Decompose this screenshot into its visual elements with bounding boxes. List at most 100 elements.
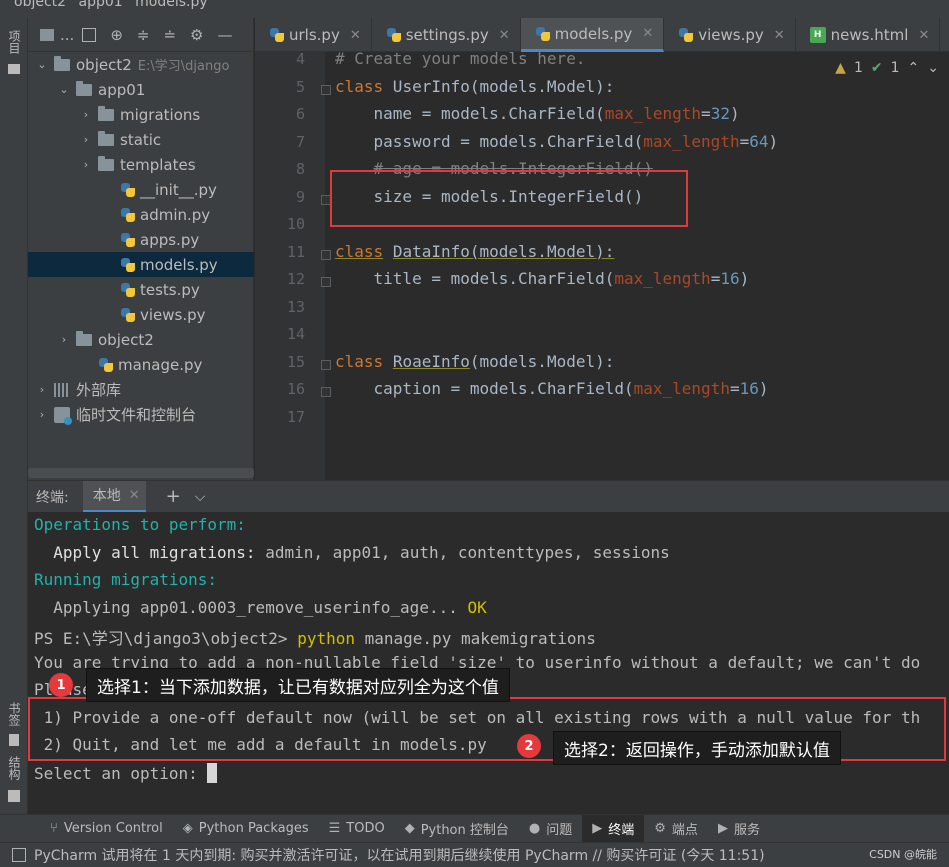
folder-icon xyxy=(40,28,54,41)
tree-item[interactable]: ⌄ app01 xyxy=(28,77,254,102)
tree-item[interactable]: › migrations xyxy=(28,102,254,127)
status-icon[interactable] xyxy=(12,848,26,862)
status-message[interactable]: PyCharm 试用将在 1 天内到期: 购买并激活许可证，以在试用到期后继续使… xyxy=(34,845,765,865)
expand-all-icon[interactable]: ≐ xyxy=(163,26,176,44)
fold-marker-icon[interactable] xyxy=(321,359,331,370)
tool-window-button[interactable]: ⑂ Version Control xyxy=(40,815,173,843)
tool-window-button[interactable]: ▶ 终端 xyxy=(582,814,645,843)
project-tool-button[interactable]: 项目 xyxy=(6,30,23,54)
chevron-right-icon[interactable]: › xyxy=(80,108,92,121)
warning-icon: ▲ xyxy=(835,60,846,76)
tool-window-button[interactable]: ⚙ 端点 xyxy=(644,815,708,843)
code-line[interactable]: caption = models.CharField(max_length=16… xyxy=(335,379,769,398)
structure-icon xyxy=(8,790,20,802)
fold-marker-icon[interactable] xyxy=(321,277,331,287)
tree-item[interactable]: apps.py xyxy=(28,227,254,252)
tree-item[interactable]: › object2 xyxy=(28,327,254,352)
close-icon[interactable]: ✕ xyxy=(350,28,361,43)
python-file-icon xyxy=(120,257,136,273)
tool-window-button[interactable]: ◆ Python 控制台 xyxy=(395,815,519,843)
line-number: 14 xyxy=(286,325,305,343)
structure-tool-button[interactable]: 结构 xyxy=(6,756,23,780)
tool-window-button[interactable]: ● 问题 xyxy=(519,815,582,843)
breadcrumb-item[interactable]: models.py xyxy=(135,0,208,10)
horizontal-scrollbar[interactable] xyxy=(28,468,254,478)
tool-window-button[interactable]: ☰ TODO xyxy=(319,815,395,843)
tree-item[interactable]: models.py xyxy=(28,252,254,277)
terminal-line: PS E:\学习\django3\object2> python manage.… xyxy=(34,629,596,648)
chevron-right-icon[interactable]: › xyxy=(58,333,70,346)
tree-item[interactable]: › static xyxy=(28,127,254,152)
square-icon[interactable] xyxy=(82,27,97,42)
tree-item[interactable]: __init__.py xyxy=(28,177,254,202)
code-line[interactable]: password = models.CharField(max_length=6… xyxy=(335,132,779,151)
terminal-tab-local[interactable]: 本地 ✕ xyxy=(82,480,146,513)
tab-urls-py[interactable]: urls.py ✕ xyxy=(255,18,372,52)
terminal-output[interactable]: Operations to perform: Apply all migrati… xyxy=(28,512,949,814)
tree-item[interactable]: ⌄ object2 E:\学习\django xyxy=(28,52,254,77)
close-icon[interactable]: ✕ xyxy=(499,28,510,43)
chevron-down-icon[interactable]: ⌄ xyxy=(58,83,70,96)
terminal-line: Select an option: xyxy=(34,762,218,783)
close-icon[interactable]: ✕ xyxy=(129,488,140,503)
terminal-cursor[interactable] xyxy=(207,762,218,783)
breadcrumb-item[interactable]: object2 xyxy=(14,0,66,10)
folder-icon xyxy=(76,80,92,96)
project-panel: ... ⊕ ≑ ≐ ⚙ — ⌄ object2 E:\学习\django ⌄ app01… xyxy=(28,18,254,480)
close-icon[interactable]: ✕ xyxy=(774,28,785,43)
tree-item[interactable]: › 临时文件和控制台 xyxy=(28,402,254,427)
locate-icon[interactable]: ⊕ xyxy=(110,26,123,44)
project-view-selector[interactable]: ... xyxy=(60,26,74,44)
breadcrumb-item[interactable]: app01 xyxy=(79,0,123,10)
code-line[interactable]: class RoaeInfo(models.Model): xyxy=(335,352,614,371)
chevron-right-icon[interactable]: › xyxy=(80,158,92,171)
tab-models-py[interactable]: models.py ✕ xyxy=(520,18,665,52)
line-number: 6 xyxy=(295,105,305,123)
inspection-widget[interactable]: ▲ 1 ✔ 1 ⌃ ⌄ xyxy=(835,60,939,76)
close-icon[interactable]: ✕ xyxy=(918,28,929,43)
add-terminal-icon[interactable]: + xyxy=(166,486,181,507)
code-editor[interactable]: 4 5 6 7 8 9 10 11 12 13 14 15 16 17 # Create your mod… xyxy=(255,52,949,480)
tree-item-label: views.py xyxy=(140,305,206,324)
line-number: 10 xyxy=(286,215,305,233)
tree-item[interactable]: manage.py xyxy=(28,352,254,377)
line-number: 12 xyxy=(286,270,305,288)
code-line[interactable]: class DataInfo(models.Model): xyxy=(335,242,614,261)
tree-item[interactable]: views.py xyxy=(28,302,254,327)
bookmarks-tool-button[interactable]: 书签 xyxy=(6,702,23,726)
tree-item[interactable]: › templates xyxy=(28,152,254,177)
python-file-icon xyxy=(120,232,136,248)
tab-news-html[interactable]: Hnews.html ✕ xyxy=(796,18,941,52)
chevron-down-icon[interactable]: ⌄ xyxy=(36,58,48,71)
tab-settings-py[interactable]: settings.py ✕ xyxy=(372,18,521,52)
tool-window-bar: ⑂ Version Control ◈ Python Packages ☰ TODO ◆ Py… xyxy=(0,814,949,843)
tree-item-label: 外部库 xyxy=(76,381,122,399)
left-tool-strip: 项目 书签 结构 xyxy=(0,18,28,814)
tree-item-label: static xyxy=(120,130,162,149)
line-number: 13 xyxy=(286,297,305,316)
collapse-all-icon[interactable]: ≑ xyxy=(137,26,150,44)
code-line[interactable]: title = models.CharField(max_length=16) xyxy=(335,269,750,288)
chevron-up-icon[interactable]: ⌃ xyxy=(908,60,920,76)
tree-item[interactable]: admin.py xyxy=(28,202,254,227)
tool-window-button[interactable]: ◈ Python Packages xyxy=(173,815,319,843)
tree-item[interactable]: › 外部库 xyxy=(28,377,254,402)
fold-marker-icon[interactable] xyxy=(321,84,331,95)
tool-window-label: 服务 xyxy=(733,823,760,838)
chevron-down-icon[interactable]: ⌵ xyxy=(195,489,206,505)
chevron-right-icon[interactable]: › xyxy=(36,408,48,421)
code-line[interactable]: # Create your models here. xyxy=(335,52,585,68)
close-icon[interactable]: ✕ xyxy=(642,26,653,41)
gear-icon[interactable]: ⚙ xyxy=(190,26,203,44)
fold-marker-icon[interactable] xyxy=(321,249,331,260)
chevron-right-icon[interactable]: › xyxy=(36,383,48,396)
tool-window-button[interactable]: ▶ 服务 xyxy=(708,815,770,843)
tab-views-py[interactable]: views.py ✕ xyxy=(664,18,796,52)
chevron-right-icon[interactable]: › xyxy=(80,133,92,146)
fold-marker-icon[interactable] xyxy=(321,387,331,397)
code-line[interactable]: name = models.CharField(max_length=32) xyxy=(335,104,740,123)
code-line[interactable]: class UserInfo(models.Model): xyxy=(335,77,614,96)
minimize-icon[interactable]: — xyxy=(218,26,233,44)
chevron-down-icon[interactable]: ⌄ xyxy=(927,60,939,76)
tree-item[interactable]: tests.py xyxy=(28,277,254,302)
